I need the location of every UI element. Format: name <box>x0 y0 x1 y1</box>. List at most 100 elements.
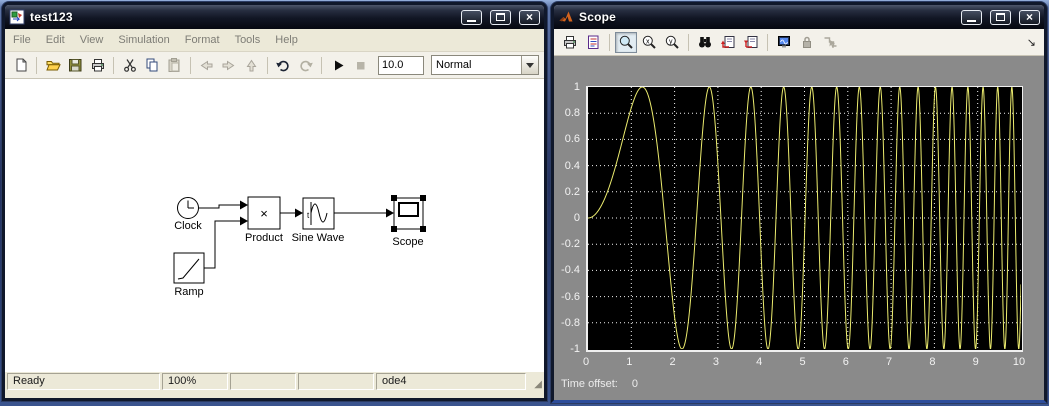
y-tick-label: -0.8 <box>554 317 580 329</box>
y-tick-label: 1 <box>554 81 580 93</box>
maximize-icon <box>996 13 1005 21</box>
redo-icon <box>297 57 314 74</box>
autoscale-button[interactable] <box>694 32 716 53</box>
zoom-magnifier-icon <box>618 34 634 50</box>
x-tick-label: 6 <box>833 356 859 368</box>
play-icon <box>331 58 346 73</box>
floating-scope-icon <box>776 34 792 50</box>
simulation-mode-dropdown[interactable]: Normal <box>431 55 539 75</box>
scope-titlebar[interactable]: Scope × <box>554 5 1044 29</box>
stop-icon <box>353 58 368 73</box>
close-button[interactable]: × <box>1019 10 1040 25</box>
zoom-x-axis-icon: x <box>641 34 657 50</box>
up-button-disabled[interactable] <box>241 55 262 76</box>
block-diagram: Clock Ramp × Product t Sine Wave <box>5 79 544 372</box>
floating-scope-button[interactable] <box>773 32 795 53</box>
save-axes-icon <box>720 34 736 50</box>
scope-print-button[interactable] <box>559 32 581 53</box>
time-offset-value: 0 <box>632 378 638 390</box>
close-icon: × <box>526 11 533 23</box>
sine-wave-block[interactable]: t Sine Wave <box>292 198 345 244</box>
maximize-button[interactable] <box>990 10 1011 25</box>
simulation-mode-value: Normal <box>432 59 521 71</box>
toolbar-separator <box>190 57 191 74</box>
time-offset-label: Time offset: <box>561 378 618 390</box>
menubar: File Edit View Simulation Format Tools H… <box>5 29 544 52</box>
x-tick-label: 5 <box>790 356 816 368</box>
print-button[interactable] <box>87 55 108 76</box>
x-tick-label: 10 <box>1006 356 1032 368</box>
y-tick-label: -0.4 <box>554 264 580 276</box>
status-cell-4 <box>298 373 374 390</box>
forward-button-disabled[interactable] <box>218 55 239 76</box>
resize-grip[interactable]: ◢ <box>528 373 542 390</box>
paste-button-disabled[interactable] <box>164 55 185 76</box>
parameters-icon <box>585 34 601 50</box>
cut-button[interactable] <box>119 55 140 76</box>
stop-simulation-button-disabled[interactable] <box>350 55 371 76</box>
scope-display-area: -1-0.8-0.6-0.4-0.200.20.40.60.81 0123456… <box>554 56 1044 400</box>
menu-help[interactable]: Help <box>275 34 298 46</box>
restore-axes-settings-button[interactable] <box>740 32 762 53</box>
menu-format[interactable]: Format <box>185 34 220 46</box>
lock-icon <box>799 34 815 50</box>
zoom-y-button[interactable]: y <box>661 32 683 53</box>
status-zoom: 100% <box>162 373 228 390</box>
time-offset: Time offset: 0 <box>561 378 638 390</box>
back-button-disabled[interactable] <box>196 55 217 76</box>
menu-tools[interactable]: Tools <box>235 34 261 46</box>
scope-plot[interactable] <box>586 86 1023 352</box>
x-tick-label: 0 <box>573 356 599 368</box>
menu-view[interactable]: View <box>80 34 104 46</box>
ramp-to-product-line[interactable] <box>204 221 241 268</box>
lock-axes-button-disabled[interactable] <box>796 32 818 53</box>
toolbar-separator <box>688 34 689 51</box>
scope-parameters-button[interactable] <box>582 32 604 53</box>
open-button[interactable] <box>42 55 63 76</box>
restore-axes-icon <box>743 34 759 50</box>
zoom-button-active[interactable] <box>615 32 637 53</box>
y-tick-label: 0.6 <box>554 133 580 145</box>
sine-wave-label: Sine Wave <box>292 232 345 244</box>
close-button[interactable]: × <box>519 10 540 25</box>
simulink-model-icon <box>9 9 25 25</box>
menu-simulation[interactable]: Simulation <box>118 34 169 46</box>
clock-to-product-line[interactable] <box>199 205 241 208</box>
start-simulation-button[interactable] <box>327 55 348 76</box>
toolbar-separator <box>267 57 268 74</box>
scope-block[interactable]: Scope <box>391 195 426 248</box>
undo-button[interactable] <box>273 55 294 76</box>
model-titlebar[interactable]: test123 × <box>5 5 544 29</box>
window-title: Scope <box>579 10 953 24</box>
ramp-block[interactable]: Ramp <box>174 253 204 298</box>
save-axes-settings-button[interactable] <box>717 32 739 53</box>
model-toolbar: Normal <box>5 52 544 79</box>
minimize-button[interactable] <box>461 10 482 25</box>
menu-file[interactable]: File <box>13 34 31 46</box>
zoom-x-button[interactable]: x <box>638 32 660 53</box>
maximize-icon <box>496 13 505 21</box>
model-canvas[interactable]: Clock Ramp × Product t Sine Wave <box>5 79 544 372</box>
minimize-icon <box>467 20 476 22</box>
redo-button-disabled[interactable] <box>295 55 316 76</box>
ramp-label: Ramp <box>174 286 203 298</box>
dropdown-arrow-icon[interactable] <box>521 56 538 74</box>
signal-selection-icon <box>822 34 838 50</box>
simulation-stop-time-input[interactable] <box>378 56 424 75</box>
copy-button[interactable] <box>141 55 162 76</box>
save-button[interactable] <box>65 55 86 76</box>
new-model-button[interactable] <box>10 55 31 76</box>
maximize-button[interactable] <box>490 10 511 25</box>
menu-edit[interactable]: Edit <box>46 34 65 46</box>
signal-selection-button-disabled[interactable] <box>819 32 841 53</box>
scope-toolbar: x y <box>554 29 1044 56</box>
close-icon: × <box>1026 11 1033 23</box>
printer-icon <box>90 57 106 73</box>
clock-block[interactable]: Clock <box>174 198 202 233</box>
forward-arrow-icon <box>220 57 237 74</box>
toolbar-overflow-icon[interactable]: ↘ <box>1027 36 1039 49</box>
y-axis-labels: -1-0.8-0.6-0.4-0.200.20.40.60.81 <box>554 86 584 352</box>
minimize-button[interactable] <box>961 10 982 25</box>
product-block[interactable]: × Product <box>245 197 283 244</box>
scope-label: Scope <box>392 236 423 248</box>
